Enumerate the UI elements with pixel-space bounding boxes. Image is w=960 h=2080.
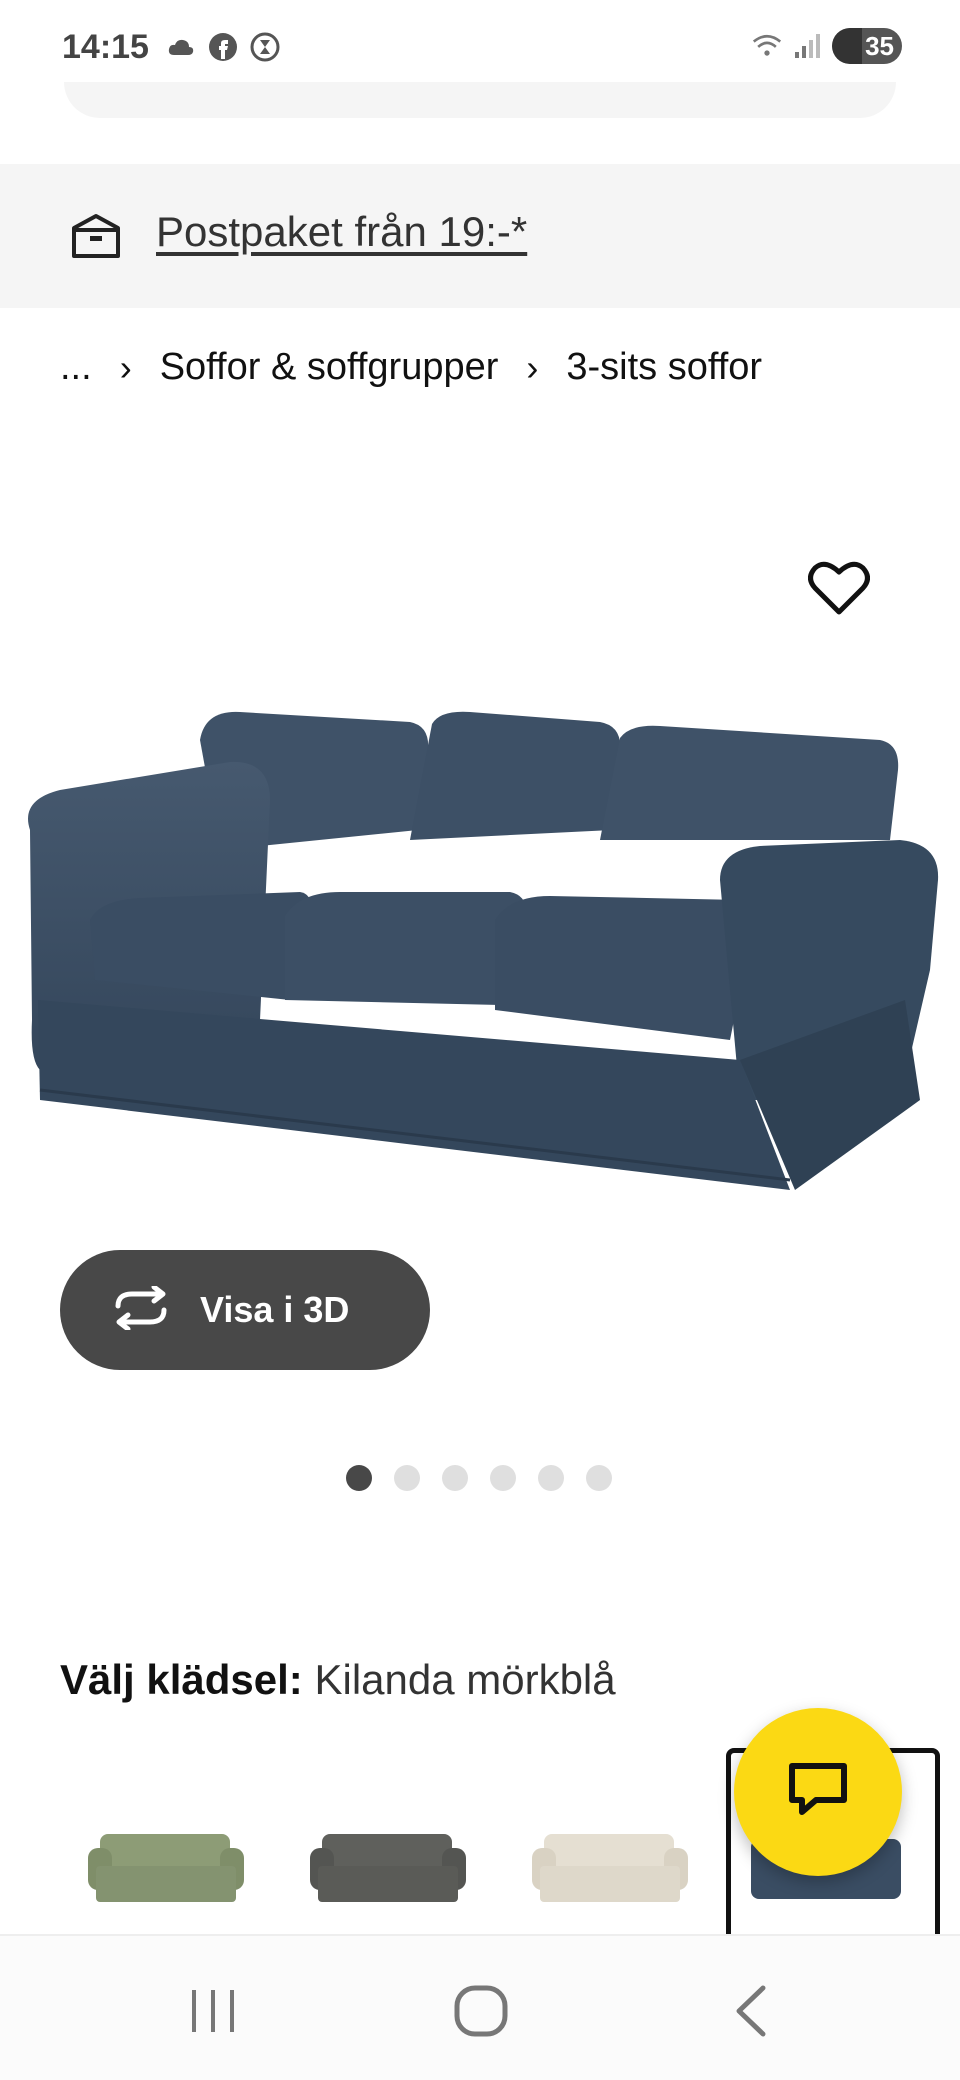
- chevron-right-icon: ›: [526, 346, 539, 388]
- image-carousel-dots: [346, 1465, 612, 1491]
- carousel-dot[interactable]: [346, 1465, 372, 1491]
- view-in-3d-button[interactable]: Visa i 3D: [60, 1250, 430, 1370]
- status-time: 14:15: [62, 28, 149, 66]
- chevron-right-icon: ›: [119, 346, 132, 388]
- hourglass-icon: [250, 32, 280, 62]
- recent-apps-icon[interactable]: [178, 1976, 248, 2046]
- view-in-3d-label: Visa i 3D: [200, 1289, 350, 1330]
- promo-banner: Postpaket från 19:-*: [0, 164, 960, 308]
- fabric-swatch-green[interactable]: [60, 1748, 274, 1934]
- system-navigation-bar: [0, 1934, 960, 2080]
- fabric-label: Välj klädsel:: [60, 1656, 303, 1703]
- battery-level: 35: [865, 30, 894, 61]
- search-bar-remnant: [64, 82, 896, 118]
- breadcrumb-sofas[interactable]: Soffor & soffgrupper: [160, 346, 499, 389]
- chat-button[interactable]: [734, 1708, 902, 1876]
- status-icons-right: 35: [752, 28, 902, 64]
- promo-link[interactable]: Postpaket från 19:-*: [156, 208, 527, 256]
- battery-icon: 35: [832, 28, 902, 64]
- carousel-dot[interactable]: [394, 1465, 420, 1491]
- delivery-box-icon: [70, 212, 122, 260]
- breadcrumb-3-seat-sofas[interactable]: 3-sits soffor: [566, 346, 762, 389]
- back-icon[interactable]: [716, 1976, 786, 2046]
- carousel-dot[interactable]: [538, 1465, 564, 1491]
- fabric-selection-title: Välj klädsel: Kilanda mörkblå: [60, 1656, 616, 1704]
- cloud-icon: [166, 32, 196, 62]
- fabric-swatch-beige[interactable]: [504, 1748, 718, 1934]
- fabric-selected-value: Kilanda mörkblå: [314, 1656, 616, 1703]
- carousel-dot[interactable]: [442, 1465, 468, 1491]
- status-icons-left: [166, 32, 280, 62]
- wifi-icon: [752, 31, 782, 61]
- fabric-swatch-gray[interactable]: [282, 1748, 496, 1934]
- chat-bubble-icon: [788, 1762, 848, 1823]
- signal-icon: [792, 31, 822, 61]
- facebook-icon: [208, 32, 238, 62]
- carousel-dot[interactable]: [490, 1465, 516, 1491]
- breadcrumb-ellipsis[interactable]: ...: [60, 346, 92, 389]
- home-icon[interactable]: [446, 1976, 516, 2046]
- rotate-3d-icon: [110, 1284, 172, 1335]
- carousel-dot[interactable]: [586, 1465, 612, 1491]
- favorite-heart-icon[interactable]: [808, 560, 870, 616]
- breadcrumb: ... › Soffor & soffgrupper › 3-sits soff…: [60, 346, 762, 389]
